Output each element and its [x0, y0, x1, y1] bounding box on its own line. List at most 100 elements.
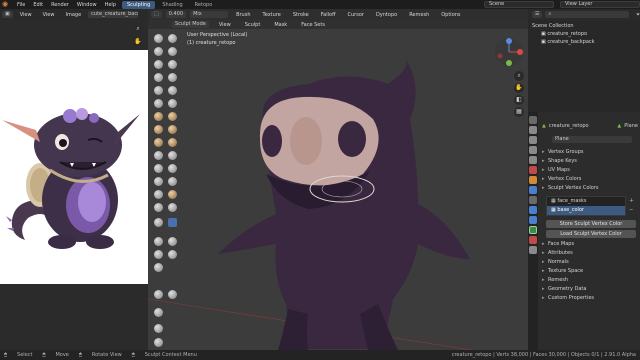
color-filter-icon[interactable] [154, 308, 163, 317]
blender-logo-icon[interactable]: ◉ [2, 1, 10, 8]
options-menu[interactable]: Options [437, 12, 464, 18]
stroke-menu[interactable]: Stroke [289, 12, 313, 18]
mask-brush-icon[interactable] [154, 203, 163, 212]
scene-selector[interactable]: Scene [484, 1, 554, 8]
physics-tab-icon[interactable] [529, 206, 537, 214]
image-name-field[interactable]: cute_creature_backpack [88, 11, 139, 18]
viewport-menu-view[interactable]: View [215, 22, 235, 28]
pan-view-icon[interactable]: ✋ [514, 83, 524, 93]
cloth-filter-icon[interactable] [168, 290, 177, 299]
zoom-view-icon[interactable]: ⌕ [514, 71, 524, 81]
crease-brush-icon[interactable] [154, 86, 163, 95]
draw-face-sets-icon[interactable] [168, 203, 177, 212]
tool-tab-icon[interactable] [529, 116, 537, 124]
pose-brush-icon[interactable] [168, 151, 177, 160]
editor-type-button[interactable]: ▣ [2, 11, 13, 18]
panel-attributes[interactable]: Attributes [542, 249, 638, 258]
blend-mode-select[interactable]: Mix [190, 11, 229, 18]
clay-brush-icon[interactable] [154, 47, 163, 56]
clay-thumb-brush-icon[interactable] [154, 60, 163, 69]
fill-brush-icon[interactable] [168, 99, 177, 108]
brush-menu[interactable]: Brush [232, 12, 254, 18]
world-tab-icon[interactable] [529, 166, 537, 174]
blob-brush-icon[interactable] [168, 73, 177, 82]
scene-collection-row[interactable]: Scene Collection [531, 22, 637, 30]
panel-geometry-data[interactable]: Geometry Data [542, 285, 638, 294]
rotate-brush-icon[interactable] [168, 164, 177, 173]
nudge-brush-icon[interactable] [154, 164, 163, 173]
zoom-icon[interactable]: ⌕ [133, 24, 143, 34]
texture-menu[interactable]: Texture [259, 12, 285, 18]
transform-icon[interactable] [154, 324, 163, 333]
draw-brush-icon[interactable] [154, 34, 163, 43]
texture-tab-icon[interactable] [529, 246, 537, 254]
color-layer-base-color[interactable]: ▦ base_color [547, 206, 625, 215]
material-tab-icon[interactable] [529, 236, 537, 244]
object-tab-icon[interactable] [529, 176, 537, 184]
menu-window[interactable]: Window [73, 2, 101, 8]
particles-tab-icon[interactable] [529, 196, 537, 204]
pinch-brush-icon[interactable] [154, 125, 163, 134]
tab-retopo[interactable]: Retopo [190, 1, 218, 9]
flatten-brush-icon[interactable] [154, 99, 163, 108]
multiplane-scrape-brush-icon[interactable] [168, 112, 177, 121]
grab-brush-icon[interactable] [168, 125, 177, 134]
simplify-brush-icon[interactable] [168, 190, 177, 199]
outliner-editor-type-button[interactable]: ☰ [532, 11, 543, 18]
smooth-brush-icon[interactable] [168, 86, 177, 95]
viewport-menu-mask[interactable]: Mask [270, 22, 291, 28]
box-hide-icon[interactable] [168, 237, 177, 246]
clay-strips-brush-icon[interactable] [168, 47, 177, 56]
image-menu-view-2[interactable]: View [39, 12, 59, 18]
tab-sculpting[interactable]: Sculpting [122, 0, 156, 9]
outliner-item-creature-retopo[interactable]: ▣ creature_retopo [531, 30, 637, 38]
load-sculpt-vertex-color-button[interactable]: Load Sculpt Vertex Color [546, 230, 636, 238]
draw-sharp-brush-icon[interactable] [168, 34, 177, 43]
perspective-toggle-icon[interactable]: ▦ [514, 107, 524, 117]
scrape-brush-icon[interactable] [154, 112, 163, 121]
remesh-menu[interactable]: Remesh [405, 12, 433, 18]
scene-tab-icon[interactable] [529, 156, 537, 164]
navigation-gizmo[interactable] [494, 37, 524, 67]
falloff-menu[interactable]: Falloff [317, 12, 340, 18]
pan-hand-icon[interactable]: ✋ [133, 37, 143, 47]
mesh-filter-icon[interactable] [154, 290, 163, 299]
menu-help[interactable]: Help [101, 2, 120, 8]
strength-field[interactable]: 0.400 [165, 11, 187, 18]
panel-vertex-colors[interactable]: Vertex Colors [542, 175, 638, 184]
render-tab-icon[interactable] [529, 126, 537, 134]
thumb-brush-icon[interactable] [154, 151, 163, 160]
panel-shape-keys[interactable]: Shape Keys [542, 157, 638, 166]
layer-brush-icon[interactable] [168, 60, 177, 69]
modifier-tab-icon[interactable] [529, 186, 537, 194]
slide-relax-brush-icon[interactable] [154, 177, 163, 186]
3d-viewport[interactable]: User Perspective (Local) (1) creature_re… [148, 29, 528, 350]
filter-icon[interactable]: ⏷ [636, 12, 640, 18]
menu-render[interactable]: Render [47, 2, 73, 8]
tab-shading[interactable]: Shading [157, 1, 187, 9]
box-trim-icon[interactable] [168, 250, 177, 259]
box-mask-icon[interactable] [154, 237, 163, 246]
image-menu-view[interactable]: View [16, 12, 36, 18]
paint-brush-icon[interactable] [154, 218, 163, 227]
mesh-data-name-field[interactable]: Plane [552, 136, 632, 143]
panel-uv-maps[interactable]: UV Maps [542, 166, 638, 175]
inflate-brush-icon[interactable] [154, 73, 163, 82]
cursor-menu[interactable]: Cursor [344, 12, 368, 18]
outliner-search-field[interactable]: ⌕ [545, 11, 629, 18]
view-layer-tab-icon[interactable] [529, 146, 537, 154]
outliner-item-creature-backpack[interactable]: ▣ creature_backpack [531, 38, 637, 46]
elastic-deform-brush-icon[interactable] [154, 138, 163, 147]
add-color-layer-icon[interactable]: ＋ [629, 197, 634, 204]
cloth-brush-icon[interactable] [154, 190, 163, 199]
panel-custom-properties[interactable]: Custom Properties [542, 294, 638, 303]
box-face-set-icon[interactable] [154, 250, 163, 259]
panel-normals[interactable]: Normals [542, 258, 638, 267]
remove-color-layer-icon[interactable]: − [629, 207, 633, 213]
sculpt-mode-select[interactable]: Sculpt Mode [172, 21, 209, 28]
panel-remesh[interactable]: Remesh [542, 276, 638, 285]
smear-brush-icon[interactable] [168, 218, 177, 227]
viewport-menu-sculpt[interactable]: Sculpt [241, 22, 265, 28]
boundary-brush-icon[interactable] [168, 177, 177, 186]
mesh-data-tab-icon[interactable] [529, 226, 537, 234]
